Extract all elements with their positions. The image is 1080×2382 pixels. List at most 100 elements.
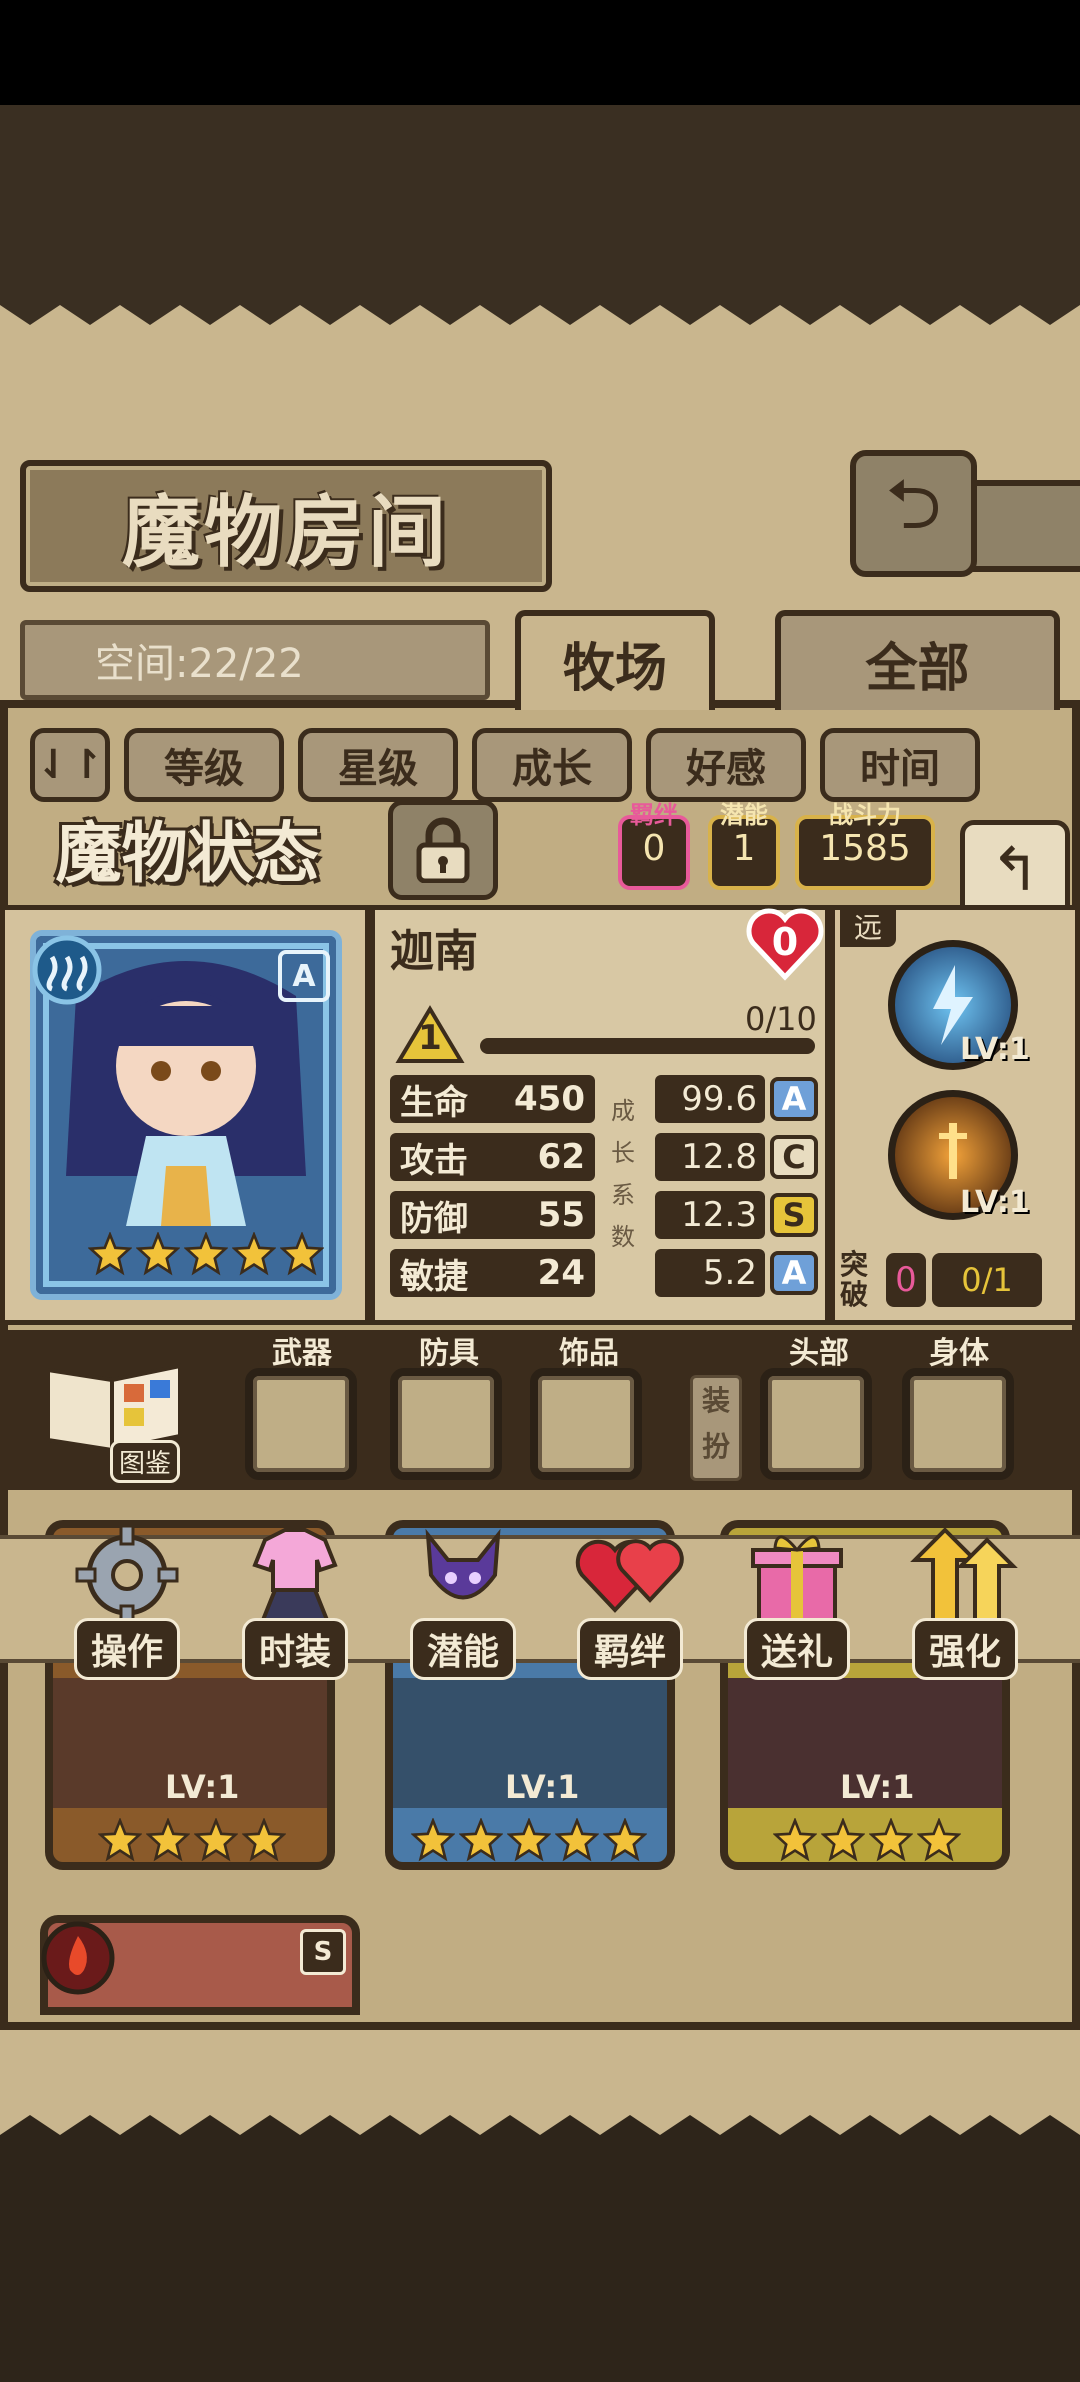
lock-button[interactable] (388, 800, 498, 900)
star-icon (194, 1818, 238, 1862)
map-background-top (0, 105, 1080, 285)
gift-icon (751, 1535, 843, 1622)
torn-edge-top (0, 285, 1080, 325)
star-icon (146, 1818, 190, 1862)
slot-label-weapon: 武器 (258, 1330, 346, 1371)
growth-value: 12.8 (655, 1133, 765, 1181)
star-icon (459, 1818, 503, 1862)
card-stars (773, 1818, 961, 1862)
sort-affection-button[interactable]: 好感 (646, 728, 806, 802)
sort-direction-icon: ⇃↾ (36, 742, 104, 788)
demon-icon (425, 1528, 501, 1600)
sort-order-toggle[interactable]: ⇃↾ (30, 728, 110, 802)
monster-name: 迦南 (390, 926, 478, 977)
star-icon (869, 1818, 913, 1862)
stat-label: 生命 (400, 1082, 468, 1123)
slot-label-accessory: 饰品 (545, 1330, 633, 1371)
star-icon (242, 1818, 286, 1862)
growth-grade: S (770, 1193, 818, 1237)
space-counter: 空间:22/22 (20, 620, 490, 700)
breakthrough-progress: 0/1 (932, 1253, 1042, 1307)
growth-value: 12.3 (655, 1191, 765, 1239)
gift-button[interactable]: 送礼 (722, 1520, 872, 1690)
enhance-button[interactable]: 强化 (890, 1520, 1040, 1690)
back-button[interactable]: ⮌ (850, 450, 977, 577)
status-bar (0, 0, 1080, 105)
action-label: 时装 (241, 1618, 348, 1680)
star-icon (98, 1818, 142, 1862)
codex-label: 图鉴 (110, 1440, 181, 1483)
dress-up-button[interactable]: 装扮 (690, 1375, 742, 1481)
accessory-slot[interactable] (530, 1368, 642, 1480)
affection-value: 0 (771, 920, 799, 964)
costume-button[interactable]: 时装 (220, 1520, 370, 1690)
growth-value: 5.2 (655, 1249, 765, 1297)
monster-list-card-partial[interactable]: S (40, 1915, 360, 2015)
stat-label: 防御 (400, 1198, 468, 1239)
sort-growth-button[interactable]: 成长 (472, 728, 632, 802)
star-icon (507, 1818, 551, 1862)
slot-label-body: 身体 (915, 1330, 1003, 1371)
breakthrough-count: 0 (886, 1253, 926, 1307)
star-icon (917, 1818, 961, 1862)
stat-value: 55 (537, 1195, 585, 1235)
action-label: 强化 (911, 1618, 1018, 1680)
hearts-icon (575, 1539, 684, 1613)
return-arrow-icon: ⮌ (885, 463, 942, 545)
star-icon (555, 1818, 599, 1862)
upgrade-arrows-icon (910, 1527, 1018, 1622)
back-button-extension (960, 480, 1080, 572)
codex-button[interactable]: 图鉴 (40, 1350, 190, 1483)
bond-counter: 羁绊 0 (618, 803, 690, 890)
combat-power: 战斗力 1585 (795, 803, 935, 890)
star-icon (821, 1818, 865, 1862)
stat-value: 450 (514, 1079, 585, 1119)
tab-all[interactable]: 全部 (775, 610, 1060, 710)
sort-star-button[interactable]: 星级 (298, 728, 458, 802)
weapon-slot[interactable] (245, 1368, 357, 1480)
sort-bar: ⇃↾ 等级 星级 成长 好感 时间 (30, 720, 1055, 810)
stat-value: 24 (537, 1253, 585, 1293)
head-slot[interactable] (760, 1368, 872, 1480)
growth-grade: C (770, 1135, 818, 1179)
gear-icon (75, 1524, 179, 1626)
card-stars (411, 1818, 647, 1862)
potential-button[interactable]: 潜能 (388, 1520, 538, 1690)
water-element-icon (32, 935, 102, 1005)
sort-time-button[interactable]: 时间 (820, 728, 980, 802)
operate-button[interactable]: 操作 (52, 1520, 202, 1690)
growth-value: 99.6 (655, 1075, 765, 1123)
slot-label-armor: 防具 (405, 1330, 493, 1371)
potential-counter: 潜能 1 (708, 803, 780, 890)
skill-level: LV:1 (960, 1032, 1030, 1067)
star-rating (88, 1232, 324, 1276)
return-arrow-icon: ↰ (989, 835, 1041, 905)
level-value: 1 (418, 1018, 442, 1058)
torn-edge-bottom (0, 2115, 1080, 2155)
star-icon (184, 1232, 228, 1276)
bond-button[interactable]: 羁绊 (555, 1520, 705, 1690)
action-label: 潜能 (409, 1618, 516, 1680)
action-label: 羁绊 (576, 1618, 683, 1680)
monster-status-title: 魔物状态 (55, 814, 320, 892)
star-icon (232, 1232, 276, 1276)
armor-slot[interactable] (390, 1368, 502, 1480)
map-background-bottom (0, 2150, 1080, 2382)
rank-badge: A (278, 950, 330, 1002)
page-title: 魔物房间 (20, 460, 552, 592)
card-level: LV:1 (165, 1768, 240, 1806)
star-icon (280, 1232, 324, 1276)
card-level: LV:1 (505, 1768, 580, 1806)
breakthrough-label: 突破 (840, 1248, 869, 1311)
fire-element-icon (41, 1921, 115, 1995)
star-icon (88, 1232, 132, 1276)
growth-coefficient-label: 成长系数 (611, 1097, 635, 1251)
star-icon (773, 1818, 817, 1862)
star-icon (411, 1818, 455, 1862)
card-stars (98, 1818, 286, 1862)
body-slot[interactable] (902, 1368, 1014, 1480)
tab-ranch[interactable]: 牧场 (515, 610, 715, 710)
sort-level-button[interactable]: 等级 (124, 728, 284, 802)
outfit-icon (252, 1528, 338, 1622)
action-label: 操作 (73, 1618, 180, 1680)
